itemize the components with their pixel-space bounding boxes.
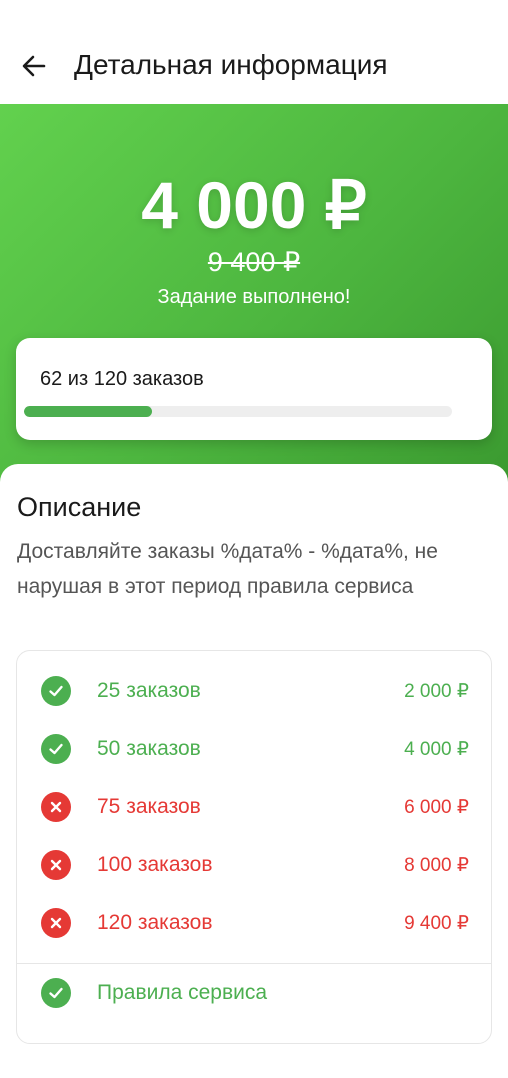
milestone-row: 25 заказов 2 000 ₽: [17, 671, 491, 711]
milestone-reward: 9 400 ₽: [404, 913, 469, 934]
cross-circle-icon: [41, 908, 71, 938]
milestone-row: 100 заказов 8 000 ₽: [17, 845, 491, 885]
check-circle-icon: [41, 734, 71, 764]
milestone-reward: 8 000 ₽: [404, 855, 469, 876]
check-circle-icon: [41, 676, 71, 706]
task-status: Задание выполнено!: [157, 286, 351, 308]
cross-circle-icon: [41, 850, 71, 880]
app-header: Детальная информация: [0, 0, 508, 104]
progress-bar-fill: [24, 406, 153, 417]
service-rules-label: Правила сервиса: [97, 981, 268, 1004]
old-reward-amount: 9 400 ₽: [207, 247, 301, 277]
progress-label: 62 из 120 заказов: [40, 368, 204, 390]
details-sheet: Описание Доставляйте заказы %дата% - %да…: [0, 464, 508, 1078]
milestone-reward: 6 000 ₽: [404, 797, 469, 818]
arrow-left-icon: [22, 55, 46, 77]
reward-amount: 4 000 ₽: [141, 168, 367, 242]
cross-circle-icon: [41, 792, 71, 822]
service-rules-link[interactable]: Правила сервиса: [17, 973, 491, 1013]
description-title: Описание: [17, 492, 142, 522]
back-button[interactable]: [14, 46, 54, 86]
check-circle-icon: [41, 978, 71, 1008]
milestone-row: 75 заказов 6 000 ₽: [17, 787, 491, 827]
divider: [17, 963, 491, 964]
milestone-label: 100 заказов: [97, 853, 213, 876]
milestone-reward: 4 000 ₽: [404, 739, 469, 760]
milestone-row: 120 заказов 9 400 ₽: [17, 903, 491, 943]
milestone-label: 25 заказов: [97, 679, 201, 702]
milestone-label: 50 заказов: [97, 737, 201, 760]
milestone-label: 75 заказов: [97, 795, 201, 818]
milestone-reward: 2 000 ₽: [404, 681, 469, 702]
milestone-label: 120 заказов: [97, 911, 213, 934]
page-title: Детальная информация: [74, 49, 388, 80]
progress-card: 62 из 120 заказов: [16, 338, 492, 440]
description-text: Доставляйте заказы %дата% - %дата%, не н…: [17, 540, 438, 598]
milestones-list: 25 заказов 2 000 ₽ 50 заказов 4 000 ₽ 75…: [16, 650, 492, 1044]
milestone-row: 50 заказов 4 000 ₽: [17, 729, 491, 769]
progress-bar: [24, 406, 452, 417]
